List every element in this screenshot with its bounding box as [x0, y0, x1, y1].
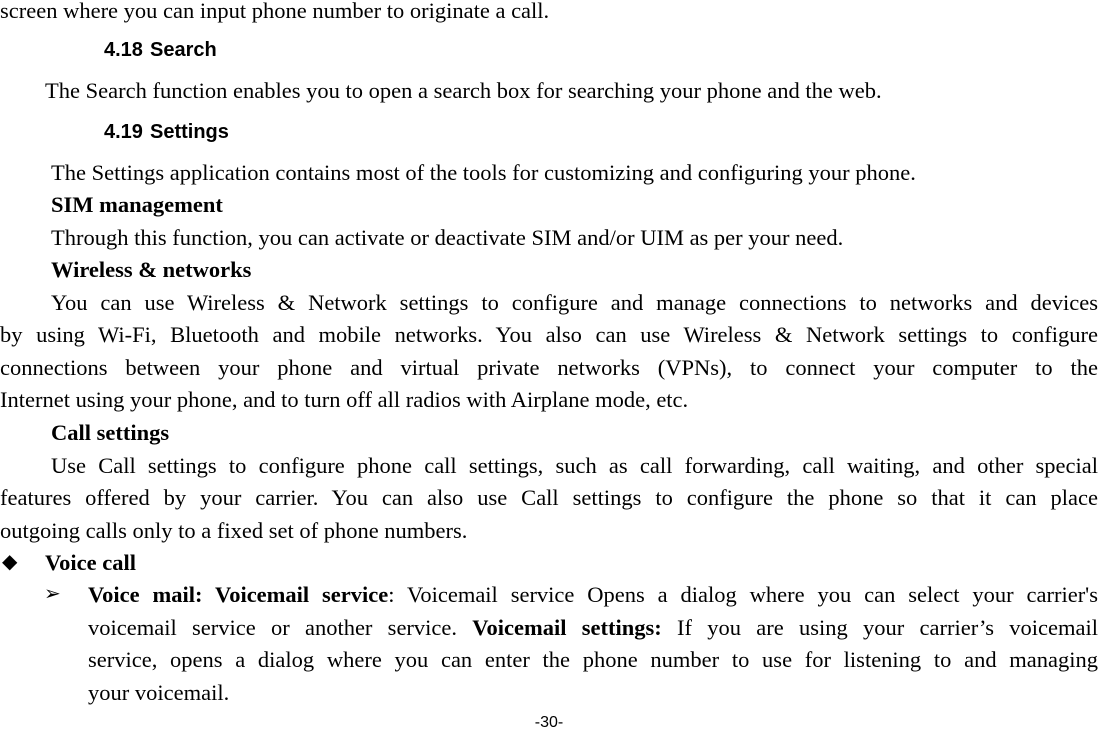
wireless-paragraph-line: You can use Wireless & Network settings …: [51, 290, 1098, 315]
voicemail-item-line: service, opens a dialog where you can en…: [88, 647, 1098, 672]
call-settings-heading: Call settings: [51, 420, 170, 445]
diamond-bullet-icon: ◆: [2, 551, 18, 573]
section-number: 4.18: [104, 39, 143, 61]
settings-description: The Settings application contains most o…: [51, 160, 916, 185]
wireless-paragraph-line: Internet using your phone, and to turn o…: [0, 387, 689, 412]
continued-paragraph-line: screen where you can input phone number …: [0, 0, 550, 23]
voicemail-item-line: Voice mail: Voicemail service: Voicemail…: [88, 582, 1098, 607]
wireless-networks-heading: Wireless & networks: [51, 257, 252, 282]
wireless-paragraph-line: connections between your phone and virtu…: [0, 355, 1098, 380]
section-title: Search: [150, 39, 217, 61]
section-number: 4.19: [104, 121, 143, 143]
call-paragraph-line: outgoing calls only to a fixed set of ph…: [0, 518, 468, 543]
sim-management-heading: SIM management: [51, 192, 223, 217]
wireless-paragraph-line: by using Wi-Fi, Bluetooth and mobile net…: [0, 322, 1098, 347]
search-description: The Search function enables you to open …: [45, 78, 882, 103]
section-title: Settings: [150, 121, 229, 143]
voicemail-item-line: your voicemail.: [88, 680, 230, 705]
section-heading-search: 4.18 Search: [104, 38, 217, 62]
page-number: -30-: [534, 714, 564, 731]
voice-call-heading: Voice call: [45, 550, 137, 575]
voicemail-item-line: voicemail service or another service. Vo…: [88, 615, 1098, 640]
call-paragraph-line: features offered by your carrier. You ca…: [0, 485, 1098, 510]
sim-management-description: Through this function, you can activate …: [51, 225, 844, 250]
section-heading-settings: 4.19 Settings: [104, 120, 229, 144]
call-paragraph-line: Use Call settings to configure phone cal…: [51, 453, 1098, 478]
